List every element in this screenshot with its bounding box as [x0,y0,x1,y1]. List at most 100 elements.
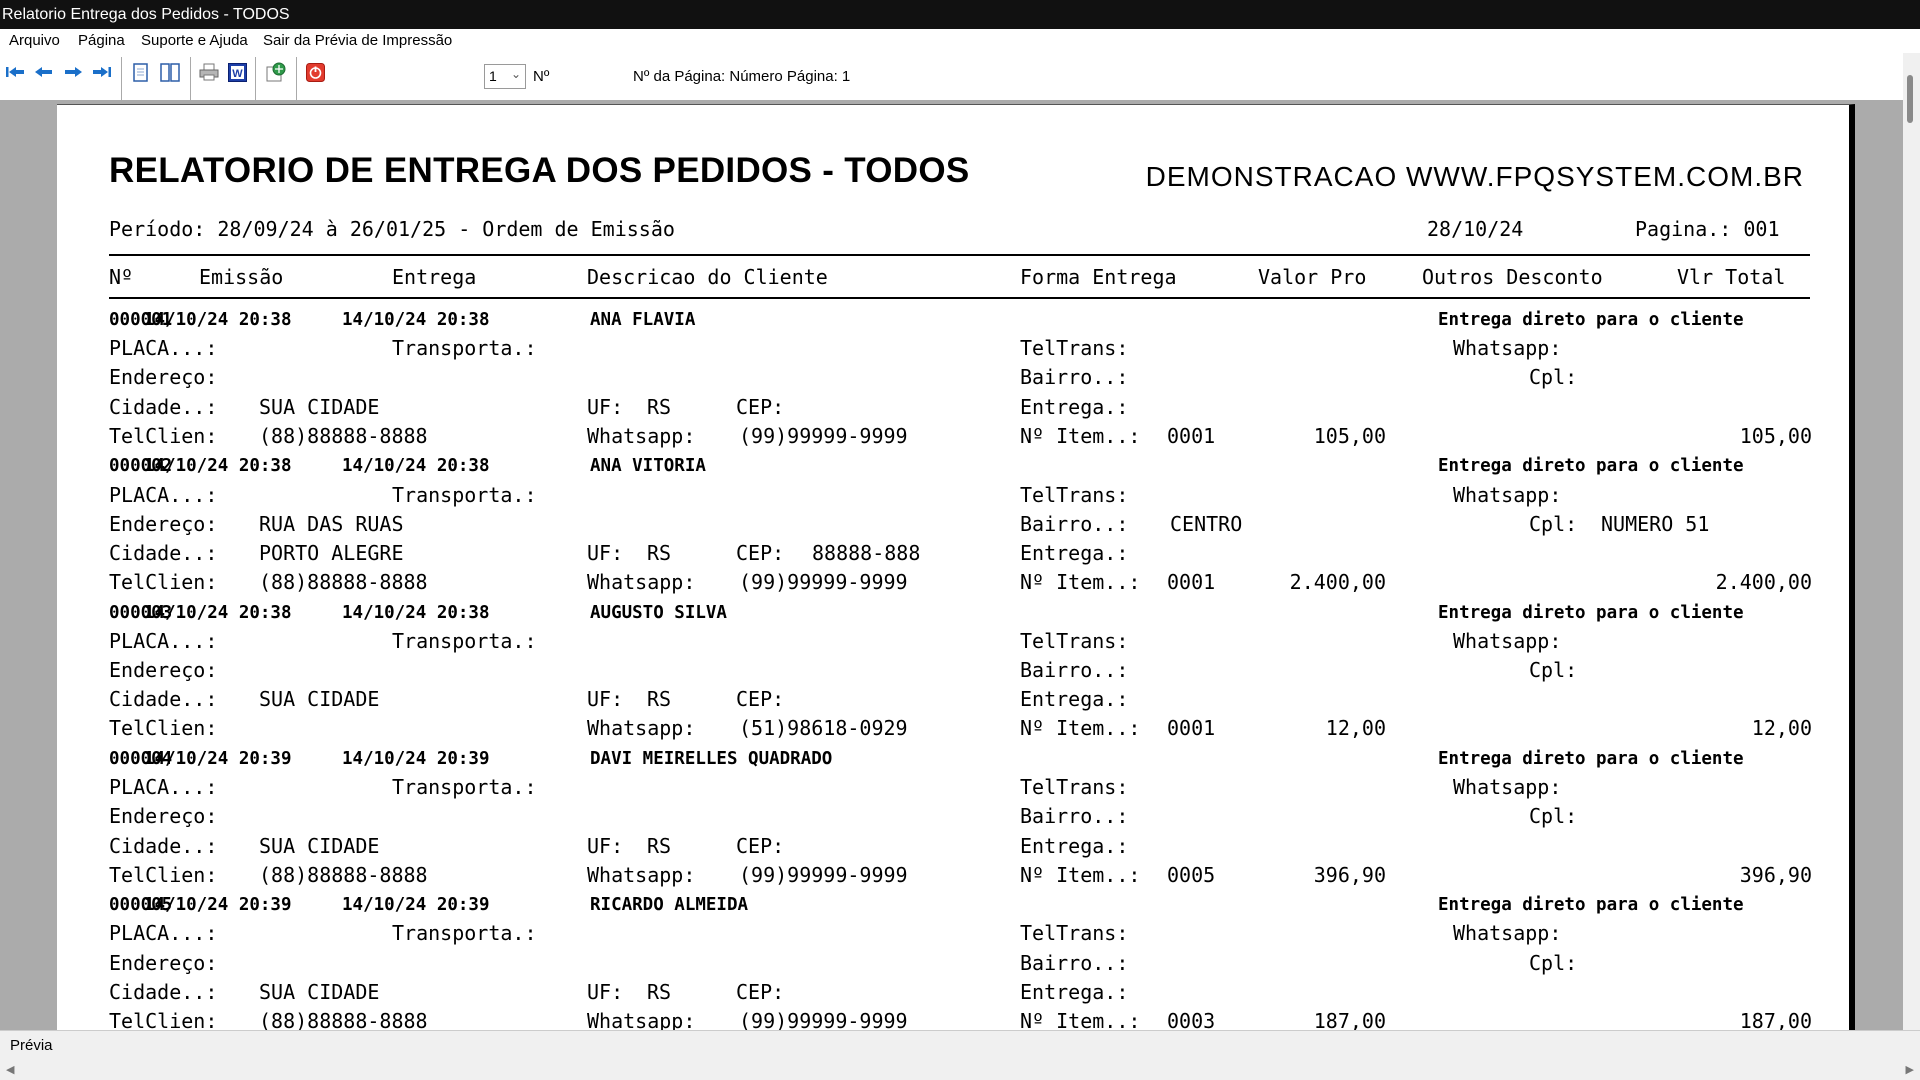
report-page-number: Pagina.: 001 [1635,217,1780,241]
transporta-label: Transporta.: [392,921,537,946]
order-forma-entrega: Entrega direto para o cliente [1438,748,1744,769]
menu-pagina[interactable]: Página [78,32,125,49]
order-whatsapp: (99)99999-9999 [739,862,908,887]
whatsapp-label: Whatsapp: [1453,336,1562,361]
teltrans-label: TelTrans: [1020,482,1129,507]
page-number-label: Nº [533,68,550,85]
placa-label: PLACA...: [109,921,218,946]
word-export-icon[interactable]: W [226,61,248,83]
report-page: RELATORIO DE ENTREGA DOS PEDIDOS - TODOS… [57,104,1855,1030]
page-select[interactable]: 1 ⌄ [484,64,526,89]
endereco-label: Endereço: [109,365,218,390]
bairro-label: Bairro..: [1020,804,1129,829]
menu-sair[interactable]: Sair da Prévia de Impressão [263,32,452,49]
first-page-icon[interactable] [4,61,26,83]
order-whatsapp: (99)99999-9999 [739,1009,908,1030]
cpl-label: Cpl: [1529,950,1578,975]
order-telclien: (88)88888-8888 [259,1009,428,1030]
whatsapp-label: Whatsapp: [1453,775,1562,800]
placa-label: PLACA...: [109,775,218,800]
col-emissao: Emissão [199,265,284,289]
entrega-label: Entrega.: [1020,687,1129,712]
order-emissao: 14/10/24 20:39 [144,748,292,769]
scroll-thumb[interactable] [1907,75,1913,123]
uf-label: UF: [587,833,624,858]
order-emissao: 14/10/24 20:38 [144,310,292,330]
uf-label: UF: [587,687,624,712]
order-cep: 88888-888 [812,540,921,565]
order-total: 187,00 [1739,1009,1812,1030]
order-valor: 12,00 [1325,716,1386,741]
header-rule-bottom [109,297,1810,299]
item-label: Nº Item..: [1020,423,1141,448]
cpl-label: Cpl: [1529,511,1578,536]
single-page-icon[interactable] [130,61,152,83]
scroll-left-icon[interactable]: ◀ [6,1063,14,1076]
last-page-icon[interactable] [91,61,113,83]
prev-page-icon[interactable] [33,61,55,83]
transporta-label: Transporta.: [392,336,537,361]
order-cidade: SUA CIDADE [259,687,380,712]
close-preview-icon[interactable] [304,61,326,83]
whatsapp-label: Whatsapp: [1453,482,1562,507]
entrega-label: Entrega.: [1020,540,1129,565]
menu-bar: Arquivo Página Suporte e Ajuda Sair da P… [0,29,1920,53]
status-text: Prévia [10,1037,53,1054]
bairro-label: Bairro..: [1020,658,1129,682]
whatsapp-cliente-label: Whatsapp: [587,1009,696,1030]
teltrans-label: TelTrans: [1020,775,1129,800]
transporta-label: Transporta.: [392,628,537,653]
order-item: 0001 [1167,716,1216,741]
order-cliente: AUGUSTO SILVA [590,602,727,623]
menu-arquivo[interactable]: Arquivo [9,32,60,49]
export-icon[interactable] [265,61,287,83]
order-whatsapp: (51)98618-0929 [739,716,908,741]
order-item: 0001 [1167,570,1216,595]
order-valor: 187,00 [1313,1009,1386,1030]
order-valor: 396,90 [1313,862,1386,887]
scroll-right-icon[interactable]: ▶ [1906,1063,1914,1076]
next-page-icon[interactable] [62,61,84,83]
cidade-label: Cidade..: [109,833,218,858]
order-uf: RS [647,394,672,419]
bairro-label: Bairro..: [1020,365,1129,390]
col-total: Vlr Total [1677,265,1786,289]
whatsapp-cliente-label: Whatsapp: [587,570,696,595]
cep-label: CEP: [736,979,785,1004]
order-entrega: 14/10/24 20:38 [342,456,490,477]
order-uf: RS [647,687,672,712]
status-bar: Prévia [0,1030,1920,1061]
transporta-label: Transporta.: [392,482,537,507]
vertical-scrollbar[interactable] [1903,53,1920,1030]
item-label: Nº Item..: [1020,1009,1141,1030]
horizontal-scrollbar[interactable]: ◀ ▶ [0,1060,1920,1080]
order-whatsapp: (99)99999-9999 [739,570,908,595]
order-forma-entrega: Entrega direto para o cliente [1438,602,1744,623]
telclien-label: TelClien: [109,1009,218,1030]
col-cliente: Descricao do Cliente [587,265,828,289]
order-uf: RS [647,833,672,858]
menu-suporte[interactable]: Suporte e Ajuda [141,32,248,49]
two-page-icon[interactable] [159,61,181,83]
window-title: Relatorio Entrega dos Pedidos - TODOS [0,0,1920,29]
order-valor: 2.400,00 [1289,570,1386,595]
order-uf: RS [647,540,672,565]
order-entrega: 14/10/24 20:39 [342,748,490,769]
order-forma-entrega: Entrega direto para o cliente [1438,310,1744,330]
telclien-label: TelClien: [109,570,218,595]
order-total: 12,00 [1751,716,1812,741]
uf-label: UF: [587,540,624,565]
whatsapp-cliente-label: Whatsapp: [587,862,696,887]
order-whatsapp: (99)99999-9999 [739,423,908,448]
header-rule-top [109,254,1810,256]
cep-label: CEP: [736,394,785,419]
endereco-label: Endereço: [109,804,218,829]
teltrans-label: TelTrans: [1020,336,1129,361]
order-cpl: NUMERO 51 [1601,511,1710,536]
whatsapp-label: Whatsapp: [1453,921,1562,946]
order-endereco: RUA DAS RUAS [259,511,404,536]
print-icon[interactable] [198,61,220,83]
teltrans-label: TelTrans: [1020,921,1129,946]
col-num: Nº [109,265,134,289]
cidade-label: Cidade..: [109,394,218,419]
